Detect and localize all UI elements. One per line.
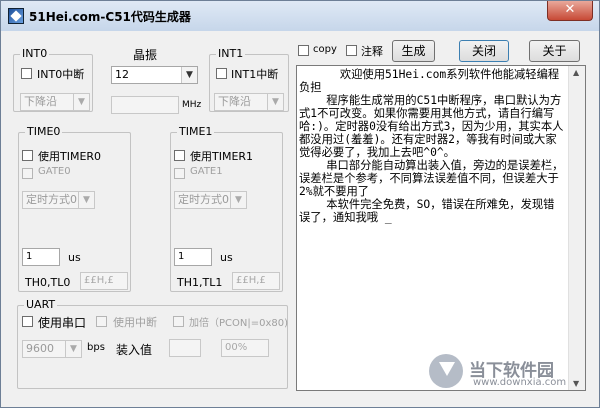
code-output-text: 欢迎使用51Hei.com系列软件他能减轻编程负担 程序能生成常用的C51中断程… xyxy=(299,68,564,224)
timer0-time-value: 1 xyxy=(26,251,33,262)
title-bar[interactable]: 51Hei.com-C51代码生成器 ✕ xyxy=(1,1,599,31)
timer1-group-title: TIME1 xyxy=(177,125,215,138)
int1-group-title: INT1 xyxy=(216,47,246,60)
uart-error-value: 00% xyxy=(225,342,248,353)
timer0-reg-label: TH0,TL0 xyxy=(25,276,71,289)
copy-label: copy xyxy=(313,44,337,55)
vertical-scrollbar[interactable]: ▲ ▼ xyxy=(568,66,585,390)
chevron-down-icon: ▼ xyxy=(78,192,94,208)
close-button[interactable]: 关闭 xyxy=(459,40,509,62)
timer1-gate-label: GATE1 xyxy=(190,166,223,177)
crystal-select[interactable]: 12 ▼ xyxy=(111,66,198,84)
generate-button-label: 生成 xyxy=(401,44,426,58)
timer1-time-input[interactable]: 1 xyxy=(174,248,212,266)
crystal-label: 晶振 xyxy=(133,48,158,62)
int0-interrupt-checkbox[interactable] xyxy=(21,68,32,79)
scroll-down-icon[interactable]: ▼ xyxy=(573,379,579,388)
timer1-time-unit: us xyxy=(220,251,233,264)
timer0-gate-checkbox[interactable] xyxy=(22,168,33,179)
window-title: 51Hei.com-C51代码生成器 xyxy=(29,10,191,24)
uart-group-title: UART xyxy=(24,298,58,311)
uart-load-label: 装入值 xyxy=(116,343,153,357)
chevron-down-icon: ▼ xyxy=(230,192,246,208)
comment-label: 注释 xyxy=(361,45,383,58)
timer0-gate-label: GATE0 xyxy=(38,166,71,177)
uart-error-field[interactable]: 00% xyxy=(221,339,269,357)
crystal-value: 12 xyxy=(115,68,129,81)
generate-button[interactable]: 生成 xyxy=(392,40,435,62)
timer0-mode-value: 定时方式0 xyxy=(26,193,77,206)
chevron-down-icon: ▼ xyxy=(267,94,283,110)
uart-double-checkbox[interactable] xyxy=(173,316,184,327)
timer1-gate-checkbox[interactable] xyxy=(174,168,185,179)
uart-use-serial-checkbox[interactable] xyxy=(22,316,33,327)
uart-use-interrupt-label: 使用中断 xyxy=(113,316,157,329)
app-icon xyxy=(8,8,24,24)
uart-use-serial-label: 使用串口 xyxy=(38,316,87,330)
code-output-textarea[interactable]: 欢迎使用51Hei.com系列软件他能减轻编程负担 程序能生成常用的C51中断程… xyxy=(296,65,586,391)
close-button-label: 关闭 xyxy=(471,44,496,58)
uart-baud-unit: bps xyxy=(87,342,105,353)
timer0-reg-field[interactable]: ££H,££H xyxy=(80,272,128,290)
chevron-down-icon: ▼ xyxy=(181,67,197,83)
about-button[interactable]: 关于 xyxy=(529,40,580,62)
timer0-group-title: TIME0 xyxy=(25,125,63,138)
scroll-up-icon[interactable]: ▲ xyxy=(573,68,579,77)
timer0-enable-checkbox[interactable] xyxy=(22,150,33,161)
timer0-mode-select[interactable]: 定时方式0 ▼ xyxy=(22,191,95,209)
timer1-enable-checkbox[interactable] xyxy=(174,150,185,161)
timer0-time-unit: us xyxy=(68,251,81,264)
int0-trigger-select[interactable]: 下降沿 ▼ xyxy=(20,93,90,111)
int1-trigger-value: 下降沿 xyxy=(218,95,251,108)
int0-interrupt-label: INT0中断 xyxy=(37,68,85,81)
chevron-down-icon: ▼ xyxy=(73,94,89,110)
watermark-url: www.downxia.com xyxy=(473,377,567,388)
client-area: INT0 INT0中断 下降沿 ▼ 晶振 12 ▼ MHz INT1 INT1中… xyxy=(8,32,592,402)
close-icon: ✕ xyxy=(564,2,576,17)
timer1-reg-field[interactable]: ££H,££H xyxy=(232,272,280,290)
comment-checkbox[interactable] xyxy=(346,45,357,56)
timer0-reg-value: ££H,££H xyxy=(84,275,114,286)
timer1-time-value: 1 xyxy=(178,251,185,262)
int0-trigger-value: 下降沿 xyxy=(24,95,57,108)
about-button-label: 关于 xyxy=(542,44,567,58)
window-close-button[interactable]: ✕ xyxy=(547,1,593,21)
timer0-group: TIME0 使用TIMER0 GATE0 定时方式0 ▼ 1 us TH0,TL… xyxy=(18,125,131,292)
crystal-custom-input[interactable] xyxy=(111,96,179,114)
timer0-enable-label: 使用TIMER0 xyxy=(38,150,102,163)
timer1-mode-select[interactable]: 定时方式0 ▼ xyxy=(174,191,247,209)
uart-load-field[interactable] xyxy=(169,339,201,357)
int1-interrupt-checkbox[interactable] xyxy=(216,68,227,79)
int1-interrupt-label: INT1中断 xyxy=(231,68,279,81)
timer1-mode-value: 定时方式0 xyxy=(178,193,229,206)
int0-group-title: INT0 xyxy=(20,47,50,60)
timer1-group: TIME1 使用TIMER1 GATE1 定时方式0 ▼ 1 us TH1,TL… xyxy=(170,125,283,292)
uart-use-interrupt-checkbox[interactable] xyxy=(96,316,107,327)
int0-group: INT0 INT0中断 下降沿 ▼ xyxy=(13,47,93,112)
crystal-unit-label: MHz xyxy=(182,100,202,110)
timer1-reg-label: TH1,TL1 xyxy=(177,276,223,289)
uart-group: UART 使用串口 使用中断 加倍（PCON|=0x80) 9600 ▼ bps… xyxy=(17,298,289,389)
copy-checkbox[interactable] xyxy=(298,45,309,56)
int1-group: INT1 INT1中断 下降沿 ▼ xyxy=(209,47,289,112)
uart-double-label: 加倍（PCON|=0x80) xyxy=(189,318,289,329)
uart-baud-select[interactable]: 9600 ▼ xyxy=(22,340,82,358)
timer0-time-input[interactable]: 1 xyxy=(22,248,60,266)
int1-trigger-select[interactable]: 下降沿 ▼ xyxy=(214,93,284,111)
timer1-enable-label: 使用TIMER1 xyxy=(190,150,254,163)
uart-baud-value: 9600 xyxy=(26,342,54,355)
download-arrow-icon xyxy=(429,354,463,388)
main-window: 51Hei.com-C51代码生成器 ✕ INT0 INT0中断 下降沿 ▼ 晶… xyxy=(0,0,600,408)
timer1-reg-value: ££H,££H xyxy=(236,275,266,286)
chevron-down-icon: ▼ xyxy=(65,341,81,357)
